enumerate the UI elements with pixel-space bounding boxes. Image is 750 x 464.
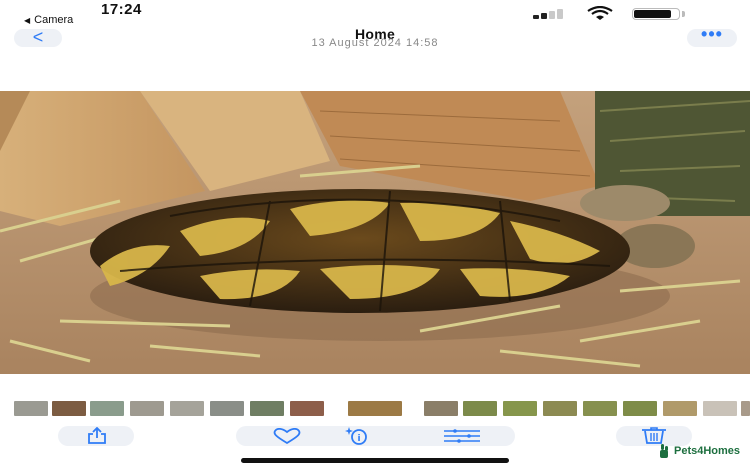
- thumbnail[interactable]: [583, 401, 617, 416]
- info-sparkle-icon[interactable]: i: [344, 426, 370, 445]
- battery-tip: [682, 11, 685, 17]
- heart-icon[interactable]: [271, 428, 303, 444]
- share-button[interactable]: [58, 426, 134, 446]
- thumbnail[interactable]: [130, 401, 164, 416]
- thumbnail[interactable]: [90, 401, 124, 416]
- wifi-icon: [587, 6, 613, 20]
- more-options-button[interactable]: •••: [687, 25, 737, 47]
- thumbnail[interactable]: [543, 401, 577, 416]
- thumbnail[interactable]: [210, 401, 244, 416]
- thumbnail[interactable]: [14, 401, 48, 416]
- center-toolbar: i: [236, 426, 515, 446]
- tortoise-photo-illustration: [0, 91, 750, 374]
- thumbnail[interactable]: [703, 401, 737, 416]
- thumbnail[interactable]: [503, 401, 537, 416]
- thumbnail[interactable]: [741, 401, 750, 416]
- cellular-signal-icon: [533, 9, 573, 19]
- thumbnail[interactable]: [424, 401, 458, 416]
- status-time: 17:24: [101, 1, 142, 18]
- back-to-camera[interactable]: ◀ Camera: [24, 14, 73, 26]
- sliders-icon[interactable]: [443, 429, 481, 443]
- thumbnail-strip[interactable]: [0, 401, 750, 417]
- svg-text:i: i: [358, 434, 361, 444]
- battery-icon: [632, 8, 680, 20]
- back-app-label: Camera: [34, 14, 74, 26]
- thumbnail[interactable]: [52, 401, 86, 416]
- watermark: Pets4Homes: [660, 444, 740, 458]
- photo-timestamp: 13 August 2024 14:58: [311, 37, 439, 49]
- thumbnail[interactable]: [663, 401, 697, 416]
- thumbnail[interactable]: [250, 401, 284, 416]
- thumbnail[interactable]: [623, 401, 657, 416]
- trash-icon: [642, 427, 666, 444]
- home-indicator[interactable]: [241, 458, 509, 463]
- thumbnail-current[interactable]: [348, 401, 402, 416]
- share-icon: [88, 427, 106, 444]
- paw-icon: [660, 444, 668, 458]
- thumbnail[interactable]: [170, 401, 204, 416]
- back-triangle-icon: ◀: [24, 15, 31, 25]
- thumbnail[interactable]: [290, 401, 324, 416]
- watermark-text: Pets4Homes: [674, 445, 741, 457]
- delete-button[interactable]: [616, 426, 692, 446]
- main-photo[interactable]: [0, 91, 750, 374]
- thumbnail[interactable]: [463, 401, 497, 416]
